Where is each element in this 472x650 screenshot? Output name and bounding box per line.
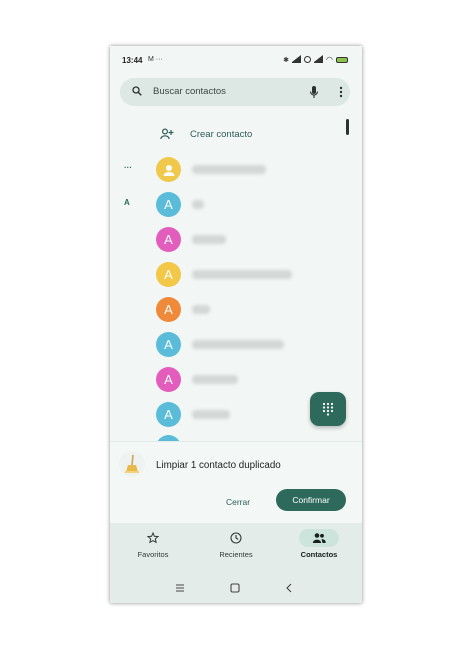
- avatar: A: [156, 402, 181, 427]
- phone-screen: 13:44 M ··· ✱ ◠ Buscar contactos Crear c…: [110, 46, 362, 603]
- confirm-button[interactable]: Confirmar: [276, 489, 346, 511]
- contact-name-redacted: [192, 200, 204, 209]
- wifi-icon: ◠: [326, 55, 333, 64]
- tab-recientes[interactable]: Recientes: [201, 529, 271, 569]
- contact-row[interactable]: A: [110, 364, 362, 394]
- clock-icon: [230, 532, 242, 544]
- contact-name-redacted: [192, 235, 226, 244]
- bluetooth-icon: ✱: [283, 56, 290, 64]
- search-input[interactable]: Buscar contactos: [153, 86, 226, 97]
- dialpad-button[interactable]: [310, 392, 346, 426]
- contact-name-redacted: [192, 270, 292, 279]
- tab-recientes-pill: [216, 529, 256, 547]
- contact-name-redacted: [192, 375, 238, 384]
- contact-row[interactable]: A: [110, 329, 362, 359]
- status-right-icons: ✱ ◠: [283, 55, 348, 64]
- tab-favoritos[interactable]: Favoritos: [118, 529, 188, 569]
- avatar: A: [156, 262, 181, 287]
- back-icon[interactable]: [283, 582, 295, 594]
- signal-icon: [292, 55, 302, 63]
- avatar: A: [156, 367, 181, 392]
- status-notification-icons: M ···: [148, 56, 163, 63]
- system-navigation-bar: [110, 573, 362, 603]
- cleanup-suggestion-card: Limpiar 1 contacto duplicado Cerrar Conf…: [110, 441, 362, 523]
- home-icon[interactable]: [229, 582, 241, 594]
- avatar: A: [156, 332, 181, 357]
- contact-row[interactable]: A A: [110, 189, 362, 219]
- alarm-icon: [304, 56, 312, 63]
- contact-name-redacted: [192, 410, 230, 419]
- cleanup-message: Limpiar 1 contacto duplicado: [156, 460, 281, 471]
- tab-contactos-label: Contactos: [300, 550, 338, 559]
- contact-row[interactable]: A: [110, 224, 362, 254]
- contact-row[interactable]: ···: [110, 154, 362, 184]
- people-icon: [312, 533, 326, 543]
- tab-recientes-label: Recientes: [219, 550, 253, 559]
- search-icon: [132, 86, 142, 96]
- avatar: [156, 157, 181, 182]
- tab-favoritos-pill: [133, 529, 173, 547]
- add-person-icon: [160, 128, 174, 140]
- microphone-icon[interactable]: [309, 85, 319, 99]
- bottom-navigation: Favoritos Recientes Contactos: [110, 523, 362, 573]
- close-button[interactable]: Cerrar: [218, 492, 258, 512]
- contact-row[interactable]: A: [110, 294, 362, 324]
- battery-icon: [336, 56, 348, 63]
- section-letter: A: [124, 198, 130, 207]
- star-icon: [147, 532, 159, 544]
- contact-name-redacted: [192, 165, 266, 174]
- status-bar: 13:44 M ··· ✱ ◠: [110, 46, 362, 74]
- section-letter: ···: [124, 163, 132, 172]
- dialpad-icon: [322, 402, 334, 416]
- contact-row[interactable]: A: [110, 259, 362, 289]
- avatar: A: [156, 192, 181, 217]
- search-bar[interactable]: Buscar contactos: [120, 78, 350, 106]
- scrollbar[interactable]: [346, 119, 349, 135]
- tab-favoritos-label: Favoritos: [137, 550, 169, 559]
- contact-name-redacted: [192, 340, 284, 349]
- tab-contactos-pill: [299, 529, 339, 547]
- person-icon: [163, 164, 174, 176]
- signal-icon-2: [314, 55, 324, 63]
- tab-contactos[interactable]: Contactos: [284, 529, 354, 569]
- create-contact-button[interactable]: Crear contacto: [160, 126, 252, 142]
- more-options-icon[interactable]: [339, 85, 343, 99]
- contact-name-redacted: [192, 305, 210, 314]
- avatar: A: [156, 297, 181, 322]
- status-time: 13:44: [122, 56, 143, 65]
- recents-menu-icon[interactable]: [174, 582, 186, 594]
- broom-icon: [119, 451, 145, 477]
- avatar: A: [156, 227, 181, 252]
- create-contact-label: Crear contacto: [190, 128, 253, 140]
